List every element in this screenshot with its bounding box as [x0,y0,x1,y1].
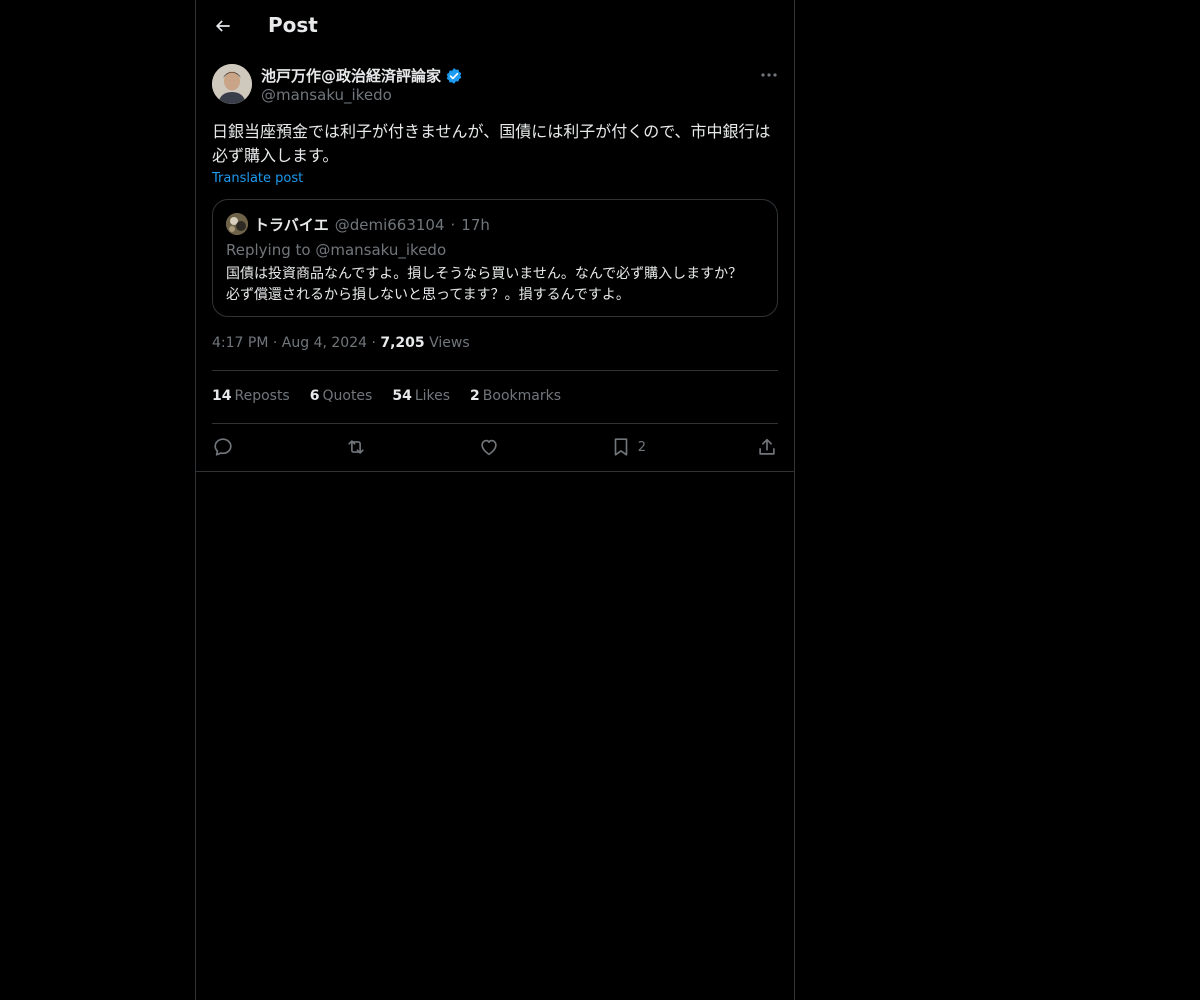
quote-age: 17h [461,215,490,234]
separator-dot: · [272,335,282,351]
separator-dot: · [450,215,456,234]
back-arrow-icon [215,20,230,32]
quotes-count: 6 [309,388,320,404]
author-name-text: 池戸万作@政治経済評論家 [261,67,442,85]
like-button[interactable] [478,432,500,462]
author-name[interactable]: 池戸万作@政治経済評論家 [261,65,463,86]
post-time[interactable]: 4:17 PM [212,335,268,351]
divider [196,471,794,472]
quote-author-avatar [226,213,248,235]
author-handle[interactable]: @mansaku_ikedo [261,86,392,104]
bookmarks-count: 2 [470,388,480,404]
primary-column: Post 池戸万作@政治経済評論家 @mansaku_ikedo 日銀当座預金で… [195,0,795,1000]
quotes-stat[interactable]: 6 Quotes [310,388,373,404]
share-button[interactable] [756,432,778,462]
engagement-stats: 14 Reposts 6 Quotes 54 Likes 2 Bookmarks [212,388,561,404]
likes-stat[interactable]: 54 Likes [392,388,450,404]
verified-badge-icon [445,67,463,85]
back-button[interactable] [208,11,238,41]
views-count: 7,205 [380,335,425,351]
quote-text: 国債は投資商品なんですよ。損しそうなら買いません。なんで必ず購入しますか？必ず償… [226,266,743,303]
quote-replying-to: Replying to @mansaku_ikedo [226,241,447,259]
reply-icon [214,438,232,456]
bookmarks-stat[interactable]: 2 Bookmarks [470,388,561,404]
post-header: Post [196,0,794,54]
divider [212,423,778,424]
divider [212,370,778,371]
post-text: 日銀当座預金では利子が付きませんが、国債には利子が付くので、市中銀行は必ず購入し… [212,122,771,165]
quote-author-handle: @demi663104 [334,215,445,234]
author-avatar[interactable] [212,64,252,104]
share-icon [759,438,775,455]
quotes-label: Quotes [322,388,373,404]
bookmark-count: 2 [637,439,647,455]
quote-header: トラバイエ @demi663104 · 17h [254,214,490,235]
reposts-count: 14 [212,388,232,404]
reply-button[interactable] [212,432,234,462]
more-icon [761,73,777,77]
bookmarks-label: Bookmarks [482,388,562,404]
quoted-post[interactable]: トラバイエ @demi663104 · 17h Replying to @man… [212,199,778,317]
views-label: Views [429,335,470,351]
more-options-button[interactable] [756,66,782,84]
bookmark-button[interactable]: 2 [610,432,646,462]
bookmark-icon [614,438,628,456]
like-icon [481,439,497,456]
page-title: Post [268,13,318,37]
likes-count: 54 [392,388,412,404]
repost-icon [348,440,364,454]
repost-button[interactable] [344,432,368,462]
post-date[interactable]: Aug 4, 2024 [282,335,367,351]
reposts-label: Reposts [234,388,290,404]
likes-label: Likes [414,388,451,404]
post-timestamp: 4:17 PM · Aug 4, 2024 · 7,205 Views [212,335,470,351]
quote-author-name: トラバイエ [254,216,329,234]
reposts-stat[interactable]: 14 Reposts [212,388,290,404]
translate-post-link[interactable]: Translate post [212,171,303,186]
action-bar: 2 [212,432,778,462]
